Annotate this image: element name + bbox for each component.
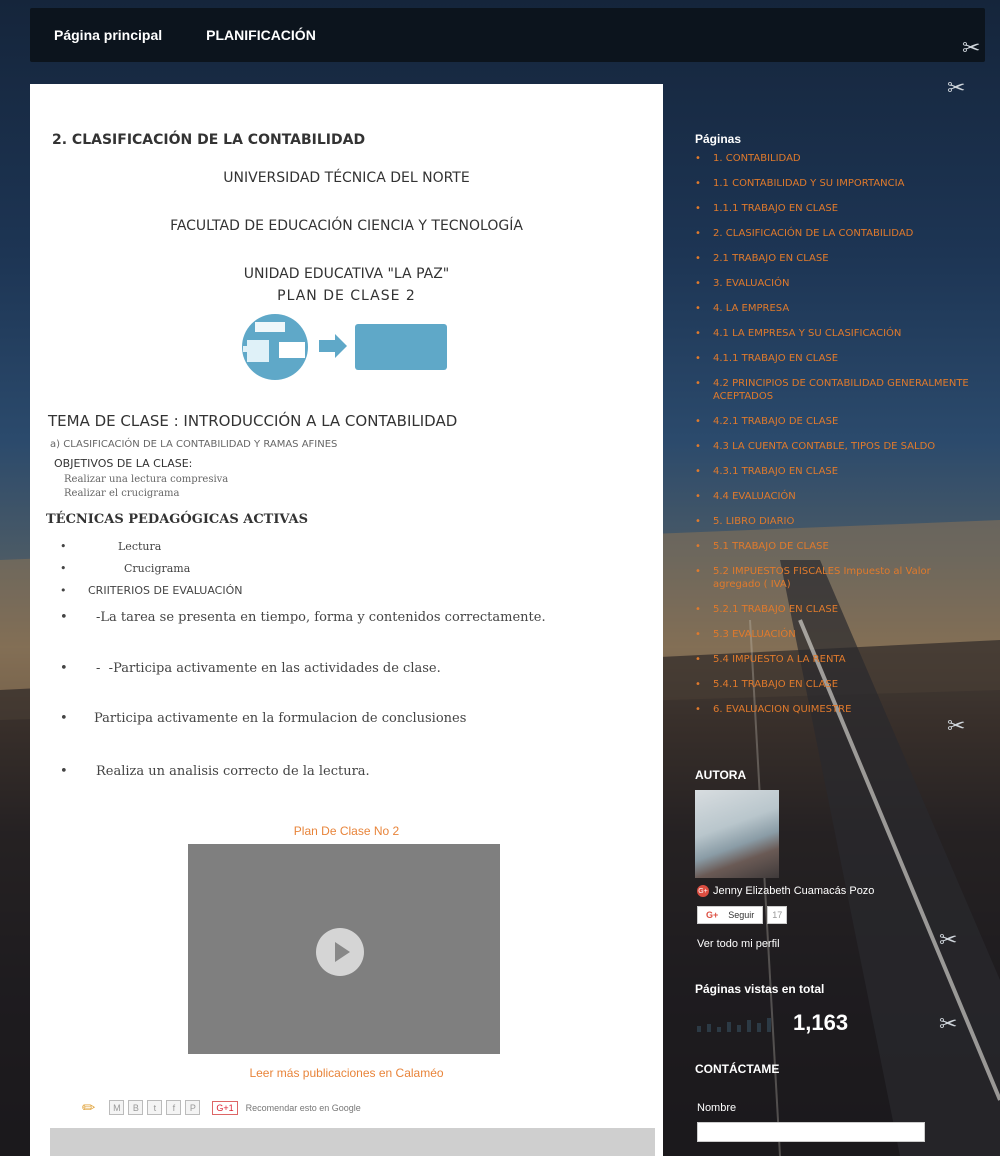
- page-link-12[interactable]: 4.3 LA CUENTA CONTABLE, TIPOS DE SALDO: [695, 440, 977, 453]
- list-item: • Participa activamente en la formulacion…: [60, 711, 467, 726]
- page-link-22[interactable]: 6. EVALUACION QUIMESTRE: [695, 703, 977, 716]
- pageviews-count: 1,163: [793, 1010, 849, 1035]
- page-link-6[interactable]: 3. EVALUACIÓN: [695, 277, 977, 290]
- email-share-icon[interactable]: M: [109, 1100, 125, 1115]
- list-item: • CRIITERIOS DE EVALUACIÓN: [60, 584, 243, 597]
- recommend-text: Recomendar esto en Google: [245, 1102, 361, 1113]
- post-body: 2. CLASIFICACIÓN DE LA CONTABILIDAD UNIV…: [30, 84, 663, 1156]
- page-link-11[interactable]: 4.2.1 TRABAJO DE CLASE: [695, 415, 977, 428]
- page-link-10[interactable]: 4.2 PRINCIPIOS DE CONTABILIDAD GENERALME…: [695, 377, 977, 403]
- page-link-14[interactable]: 4.4 EVALUACIÓN: [695, 490, 977, 503]
- page-link-3[interactable]: 1.1.1 TRABAJO EN CLASE: [695, 202, 977, 215]
- edit-widget-icon[interactable]: ✂: [939, 1014, 957, 1036]
- follow-row: G+ Seguir 17: [697, 906, 788, 924]
- list-item: • Crucigrama: [60, 562, 191, 575]
- name-field[interactable]: [697, 1122, 925, 1142]
- author-heading: AUTORA: [695, 768, 747, 782]
- page-link-7[interactable]: 4. LA EMPRESA: [695, 302, 977, 315]
- embedded-document-viewer[interactable]: [188, 844, 500, 1054]
- play-icon[interactable]: [316, 928, 364, 976]
- list-item: • -La tarea se presenta en tiempo, forma …: [60, 610, 546, 625]
- twitter-share-icon[interactable]: t: [147, 1100, 163, 1115]
- share-toolbar: ✏ M B t f P G+1 Recomendar esto en Googl…: [82, 1098, 361, 1117]
- page-link-8[interactable]: 4.1 LA EMPRESA Y SU CLASIFICACIÓN: [695, 327, 977, 340]
- page-link-15[interactable]: 5. LIBRO DIARIO: [695, 515, 977, 528]
- edit-widget-icon[interactable]: ✂: [947, 716, 965, 738]
- page-link-16[interactable]: 5.1 TRABAJO DE CLASE: [695, 540, 977, 553]
- gplus-button[interactable]: G+1: [212, 1100, 238, 1115]
- page-link-21[interactable]: 5.4.1 TRABAJO EN CLASE: [695, 678, 977, 691]
- pencil-edit-icon[interactable]: ✏: [82, 1098, 95, 1117]
- page-link-19[interactable]: 5.3 EVALUACIÓN: [695, 628, 977, 641]
- pinterest-share-icon[interactable]: P: [185, 1100, 201, 1115]
- pageviews-sparkline: [697, 1018, 771, 1032]
- author-name-link[interactable]: G+ Jenny Elizabeth Cuamacás Pozo: [697, 885, 874, 897]
- page-link-13[interactable]: 4.3.1 TRABAJO EN CLASE: [695, 465, 977, 478]
- page-link-9[interactable]: 4.1.1 TRABAJO EN CLASE: [695, 352, 977, 365]
- name-field-label: Nombre: [697, 1102, 737, 1114]
- calameo-title-link[interactable]: Plan De Clase No 2: [30, 824, 663, 838]
- facebook-share-icon[interactable]: f: [166, 1100, 182, 1115]
- sidebar: Páginas 1. CONTABILIDAD 1.1 CONTABILIDAD…: [695, 0, 995, 1156]
- edit-widget-icon[interactable]: ✂: [939, 930, 957, 952]
- page-link-1[interactable]: 1. CONTABILIDAD: [695, 152, 977, 165]
- view-profile-link[interactable]: Ver todo mi perfil: [697, 938, 780, 950]
- page-link-18[interactable]: 5.2.1 TRABAJO EN CLASE: [695, 603, 977, 616]
- page-link-2[interactable]: 1.1 CONTABILIDAD Y SU IMPORTANCIA: [695, 177, 977, 190]
- avatar[interactable]: [695, 790, 779, 878]
- page-link-17[interactable]: 5.2 IMPUESTOS FISCALES Impuesto al Valor…: [695, 565, 977, 591]
- contact-heading: CONTÁCTAME: [695, 1062, 780, 1076]
- list-item: • - -Participa activamente en las activid…: [60, 661, 441, 676]
- list-item: • Lectura: [60, 540, 162, 553]
- google-plus-icon: G+: [697, 885, 709, 897]
- page-link-4[interactable]: 2. CLASIFICACIÓN DE LA CONTABILIDAD: [695, 227, 977, 240]
- calameo-more-link[interactable]: Leer más publicaciones en Calaméo: [30, 1066, 663, 1080]
- page-link-20[interactable]: 5.4 IMPUESTO A LA RENTA: [695, 653, 977, 666]
- comments-section: [50, 1128, 655, 1156]
- pageviews-heading: Páginas vistas en total: [695, 982, 825, 996]
- page-link-5[interactable]: 2.1 TRABAJO EN CLASE: [695, 252, 977, 265]
- follow-button[interactable]: G+ Seguir: [697, 906, 764, 924]
- blog-share-icon[interactable]: B: [128, 1100, 144, 1115]
- list-item: • Realiza un analisis correcto de la lect…: [60, 764, 370, 779]
- pages-list: 1. CONTABILIDAD 1.1 CONTABILIDAD Y SU IM…: [695, 152, 977, 728]
- pages-heading: Páginas: [695, 132, 742, 146]
- nav-home-link[interactable]: Página principal: [54, 27, 162, 43]
- follower-count: 17: [767, 906, 788, 924]
- nav-planificacion-link[interactable]: PLANIFICACIÓN: [206, 27, 316, 43]
